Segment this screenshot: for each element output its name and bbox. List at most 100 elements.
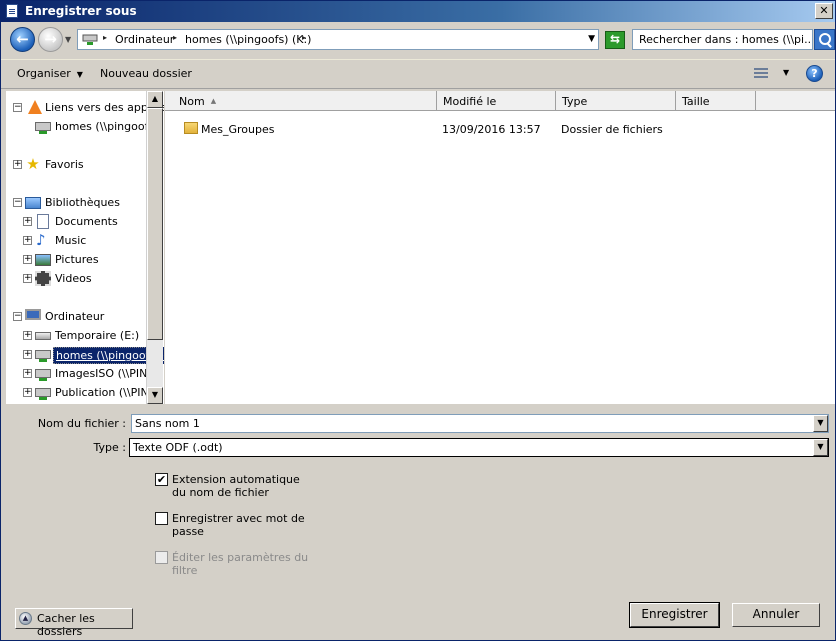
column-header-label: Nom [179,95,205,108]
chevron-down-icon[interactable]: ▼ [783,68,789,77]
tree-item-label: Music [55,234,87,247]
tree-item-label: Temporaire (E:) [55,329,140,342]
collapse-icon[interactable]: − [13,103,22,112]
chevron-up-icon: ▲ [19,612,32,625]
scroll-down-icon[interactable]: ▼ [147,387,163,404]
tree-item-label: Publication (\\PING [55,386,158,399]
expand-icon[interactable]: + [23,369,32,378]
hide-folders-label: Cacher les dossiers [37,612,95,638]
computer-icon [25,309,41,320]
tree-item-documents[interactable]: + Documents [6,212,156,231]
tree-item-favorites[interactable]: + ★ Favoris [6,155,156,174]
title-bar[interactable]: Enregistrer sous ✕ [1,1,835,22]
tree-item-homes-k[interactable]: + homes (\\pingoofs) (K:) [6,345,164,364]
expand-icon[interactable]: + [23,274,32,283]
organize-button[interactable]: Organiser ▼ [17,67,83,80]
document-icon [37,214,49,229]
password-label: Enregistrer avec mot de passe [172,512,305,538]
view-options-icon[interactable] [754,67,770,81]
column-header-filler [756,91,835,111]
collapse-icon[interactable]: − [13,312,22,321]
filter-settings-label: Éditer les paramètres du filtre [172,551,309,577]
refresh-button[interactable]: ⇆ [605,31,625,49]
tree-item-label: Videos [55,272,92,285]
save-button[interactable]: Enregistrer [629,602,720,628]
column-header-size[interactable]: Taille [676,91,756,111]
expand-icon[interactable]: + [23,388,32,397]
expand-icon[interactable]: + [23,331,32,340]
tree-item-label: Bibliothèques [45,196,120,209]
search-icon[interactable] [814,29,835,50]
scroll-thumb[interactable] [147,108,163,340]
toolbar: Organiser ▼ Nouveau dossier ▼ ? [1,59,835,89]
expand-icon[interactable]: + [23,217,32,226]
address-segment-homes[interactable]: homes (\\pingoofs) (K:) [185,33,311,46]
tree-item-computer[interactable]: − Ordinateur [6,307,156,326]
tree-item-label: ImagesISO (\\PING [55,367,156,380]
collapse-icon[interactable]: − [13,198,22,207]
chevron-down-icon[interactable]: ▼ [813,439,828,456]
filename-value: Sans nom 1 [135,417,200,430]
address-dropdown-icon[interactable]: ▼ [588,34,595,44]
chevron-down-icon: ▼ [76,70,83,79]
file-type-select[interactable]: Texte ODF (.odt) ▼ [129,438,829,457]
column-header-name[interactable]: Nom ▲ [165,91,437,111]
tree-item-label: Favoris [45,158,84,171]
network-drive-icon [35,369,51,381]
new-folder-button[interactable]: Nouveau dossier [100,67,192,80]
pictures-icon [35,254,51,266]
music-icon: ♪ [36,231,46,249]
auto-extension-checkbox[interactable]: ✔ [155,473,168,486]
tree-item-pictures[interactable]: + Pictures [6,250,156,269]
address-bar[interactable]: ▸ Ordinateur ▸ homes (\\pingoofs) (K:) ▸… [77,29,599,50]
expand-icon[interactable]: + [13,160,22,169]
type-label: Type : [93,441,126,454]
address-segment-computer[interactable]: Ordinateur [115,33,174,46]
help-icon[interactable]: ? [806,65,823,82]
tree-item-music[interactable]: + ♪ Music [6,231,156,250]
filter-settings-checkbox [155,551,168,564]
filename-input[interactable]: Sans nom 1 ▼ [131,414,829,433]
filename-label: Nom du fichier : [37,417,126,430]
table-row[interactable]: Mes_Groupes 13/09/2016 13:57 Dossier de … [165,119,835,139]
tree-item-imagesiso[interactable]: + ImagesISO (\\PING [6,364,156,383]
navigation-tree: − Liens vers des applica homes (\\pingoo… [6,91,164,404]
search-input[interactable]: Rechercher dans : homes (\\pi... [632,29,813,50]
address-separator-icon[interactable]: ▸ [302,33,306,42]
star-icon: ★ [26,155,40,173]
tree-item-label: homes (\\pingoofs) [55,120,159,133]
scroll-up-icon[interactable]: ▲ [147,91,163,108]
tree-scrollbar[interactable]: ▲ ▼ [146,91,163,404]
video-icon [35,271,51,286]
close-button[interactable]: ✕ [815,3,833,19]
folder-icon [184,122,198,134]
column-header-type[interactable]: Type [556,91,676,111]
network-drive-icon [35,388,51,400]
tree-item-temporaire[interactable]: + Temporaire (E:) [6,326,156,345]
tree-item-videos[interactable]: + Videos [6,269,156,288]
window-title: Enregistrer sous [25,4,137,18]
address-separator-icon[interactable]: ▸ [103,33,107,42]
document-icon [6,4,18,18]
expand-icon[interactable]: + [23,236,32,245]
tree-item-homes-link[interactable]: homes (\\pingoofs) [6,117,159,136]
column-header-modified[interactable]: Modifié le [437,91,556,111]
forward-button[interactable]: → [38,27,63,52]
file-modified: 13/09/2016 13:57 [442,123,541,136]
tree-item-libraries[interactable]: − Bibliothèques [6,193,156,212]
drive-icon [35,332,51,340]
chevron-down-icon[interactable]: ▼ [813,415,828,432]
history-dropdown-icon[interactable]: ▼ [65,35,71,44]
back-button[interactable]: ← [10,27,35,52]
password-checkbox[interactable] [155,512,168,525]
tree-item-publication[interactable]: + Publication (\\PING [6,383,158,402]
file-list: Nom ▲ Modifié le Type Taille Mes_Groupes … [165,91,835,404]
cancel-button[interactable]: Annuler [732,603,820,627]
tree-item-label: Ordinateur [45,310,105,323]
tree-item-app-links[interactable]: − Liens vers des applica [6,98,164,117]
address-separator-icon[interactable]: ▸ [173,33,177,42]
file-name: Mes_Groupes [201,123,275,136]
expand-icon[interactable]: + [23,255,32,264]
hide-folders-button[interactable]: ▲ Cacher les dossiers [15,608,133,638]
expand-icon[interactable]: + [23,350,32,359]
